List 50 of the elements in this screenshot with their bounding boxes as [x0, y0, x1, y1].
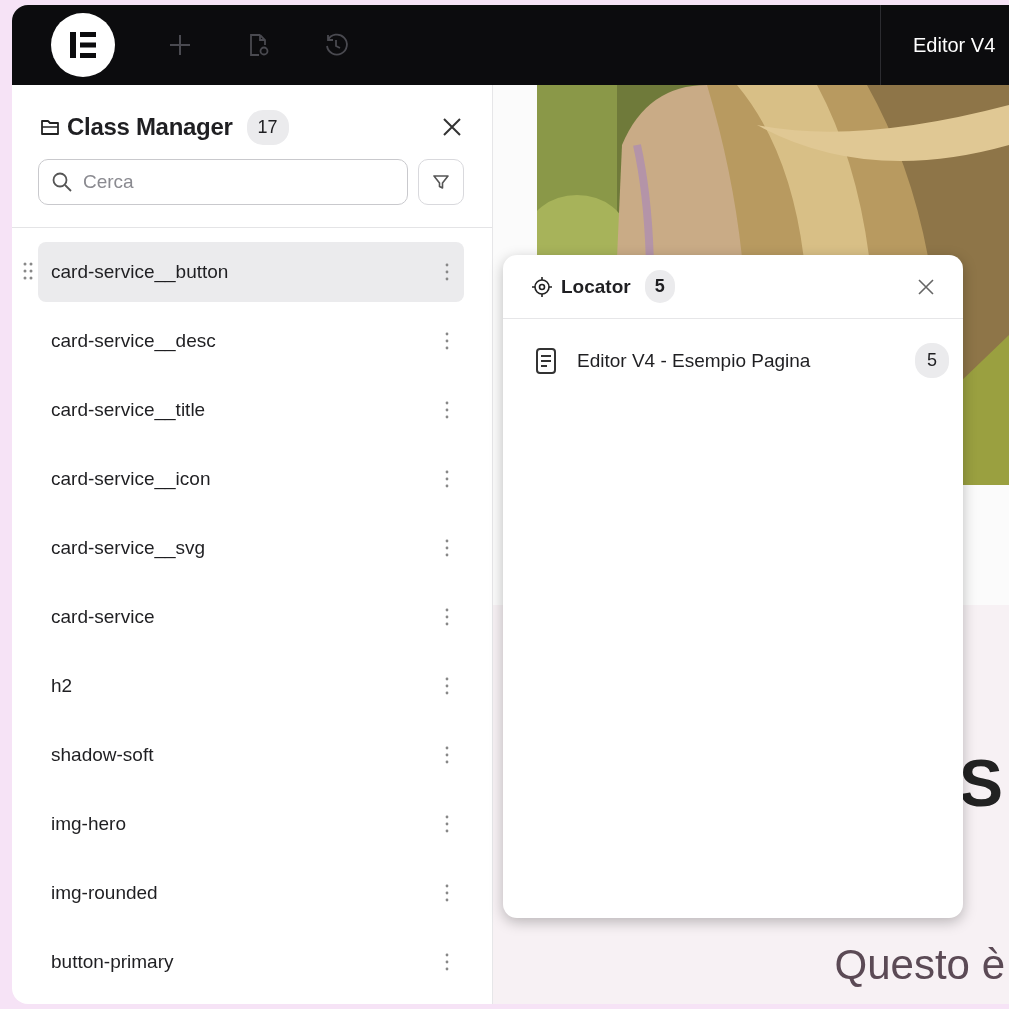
class-list-item[interactable]: card-service — [38, 587, 464, 647]
class-list-item[interactable]: card-service__desc — [38, 311, 464, 371]
class-name: button-primary — [51, 951, 174, 973]
class-name: h2 — [51, 675, 73, 697]
popup-title: Locator — [561, 275, 631, 298]
class-name: card-service__button — [51, 261, 229, 283]
more-options-icon[interactable] — [444, 883, 450, 903]
class-name: shadow-soft — [51, 744, 154, 766]
more-options-icon[interactable] — [444, 814, 450, 834]
class-name: card-service__svg — [51, 537, 206, 559]
class-name: img-hero — [51, 813, 126, 835]
class-name: card-service__icon — [51, 468, 211, 490]
add-icon[interactable] — [167, 32, 193, 58]
more-options-icon[interactable] — [444, 607, 450, 627]
class-list-item[interactable]: card-service__title — [38, 380, 464, 440]
close-icon[interactable] — [917, 277, 935, 296]
more-options-icon[interactable] — [444, 331, 450, 351]
class-list-item[interactable]: img-rounded — [38, 863, 464, 923]
class-list-item[interactable]: h2 — [38, 656, 464, 716]
heading-text: S — [958, 745, 1003, 821]
search-field[interactable]: Cerca — [38, 159, 408, 205]
class-list-item[interactable]: card-service__svg — [38, 518, 464, 578]
more-options-icon[interactable] — [444, 952, 450, 972]
more-options-icon[interactable] — [444, 262, 450, 282]
count-badge: 5 — [915, 343, 949, 378]
document-icon — [535, 346, 557, 375]
more-options-icon[interactable] — [444, 538, 450, 558]
count-badge: 5 — [644, 270, 675, 303]
class-list-item[interactable]: button-primary — [38, 932, 464, 992]
more-options-icon[interactable] — [444, 745, 450, 765]
class-list-item[interactable]: shadow-soft — [38, 725, 464, 785]
more-options-icon[interactable] — [444, 400, 450, 420]
class-name: card-service__title — [51, 399, 206, 421]
logo-icon[interactable] — [51, 13, 115, 77]
count-badge: 17 — [246, 109, 289, 145]
target-icon — [531, 275, 553, 298]
class-list-item[interactable]: card-service__icon — [38, 449, 464, 509]
search-icon — [51, 171, 73, 193]
history-icon[interactable] — [323, 32, 349, 58]
more-options-icon[interactable] — [444, 676, 450, 696]
more-options-icon[interactable] — [444, 469, 450, 489]
class-name: card-service — [51, 606, 155, 628]
body-text: Questo è — [834, 941, 1005, 989]
panel-title: Class Manager — [67, 113, 233, 141]
class-name: img-rounded — [51, 882, 158, 904]
drag-handle-icon[interactable] — [23, 262, 33, 280]
filter-button[interactable] — [418, 159, 464, 205]
class-list-item[interactable]: img-hero — [38, 794, 464, 854]
class-name: card-service__desc — [51, 330, 216, 352]
page-link[interactable]: Editor V4 - Esempio Pagina — [577, 349, 811, 372]
